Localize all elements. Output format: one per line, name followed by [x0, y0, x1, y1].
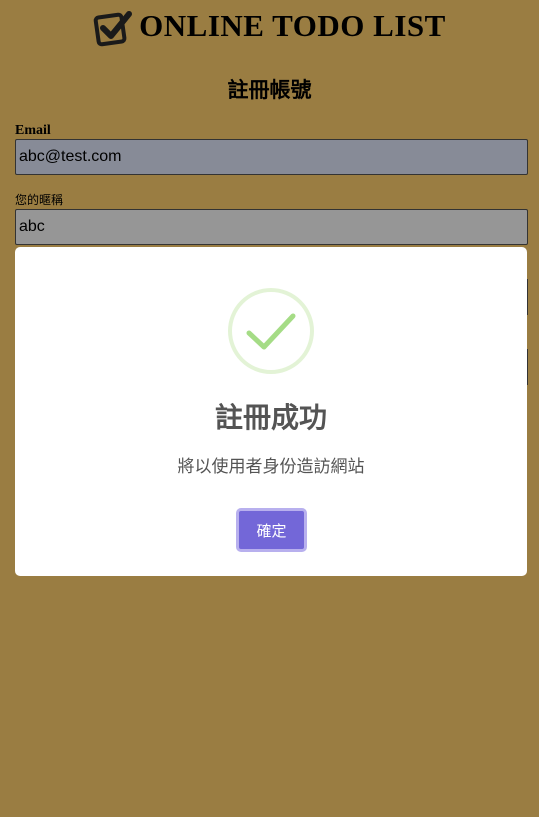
- nickname-field[interactable]: abc: [15, 209, 528, 245]
- email-label: Email: [15, 123, 51, 138]
- nickname-label: 您的暱稱: [15, 193, 64, 207]
- dialog-title: 註冊成功: [214, 401, 327, 434]
- app-title: ONLINE TODO LIST: [139, 7, 446, 43]
- checkbox-check-icon: [93, 11, 133, 47]
- confirm-button[interactable]: 確定: [236, 508, 307, 552]
- success-check-icon: [228, 288, 314, 374]
- success-dialog: 註冊成功 將以使用者身份造訪網站 確定: [15, 247, 527, 576]
- dialog-message: 將以使用者身份造訪網站: [177, 457, 365, 477]
- email-field[interactable]: abc@test.com: [15, 139, 528, 175]
- page-title: 註冊帳號: [227, 78, 312, 102]
- app-header: ONLINE TODO LIST: [0, 6, 539, 50]
